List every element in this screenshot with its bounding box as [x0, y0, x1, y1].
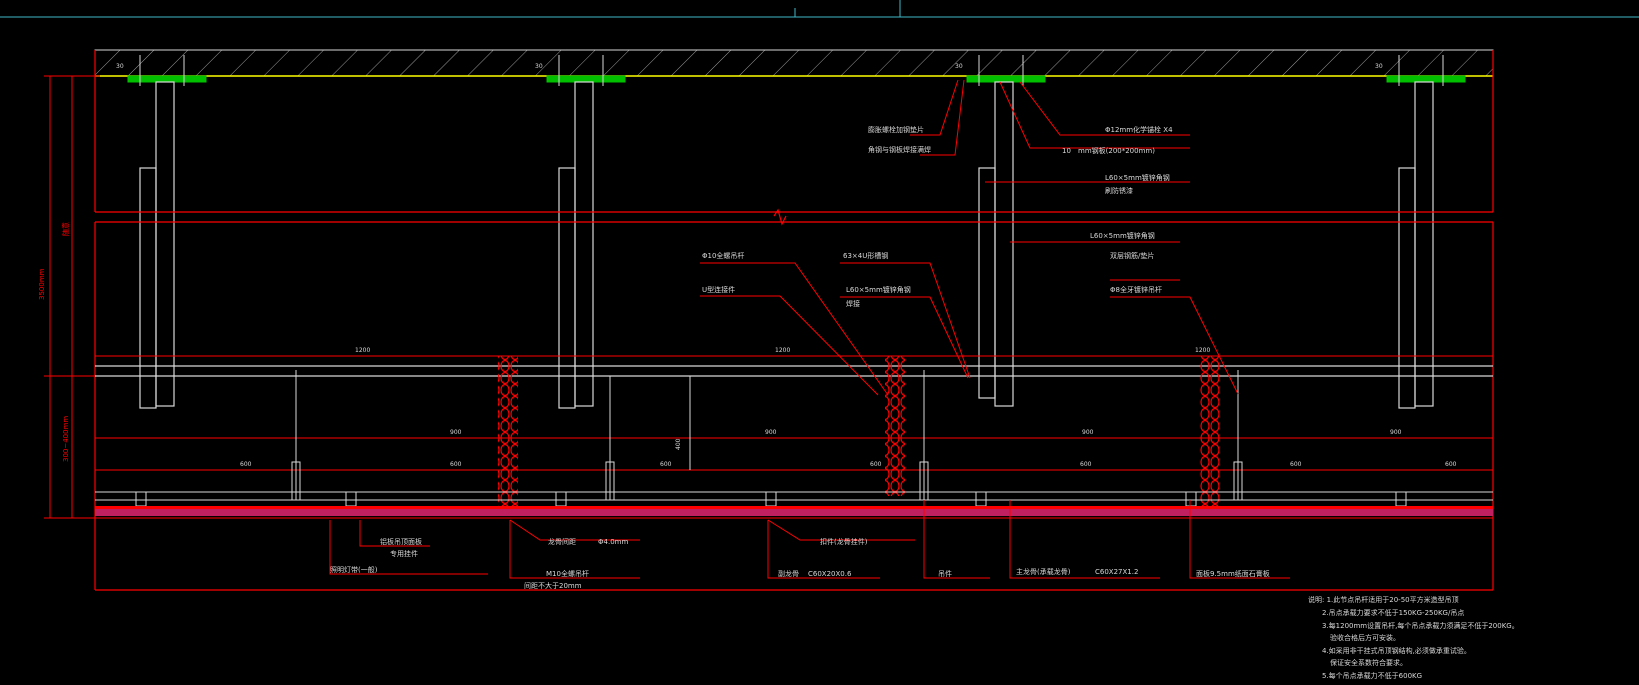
- label-sub-keel: 副龙骨: [778, 569, 799, 578]
- span-upper-label: 1200: [355, 347, 370, 354]
- span-lower-label: 600: [450, 461, 462, 468]
- note-1: 说明: 1.此节点吊杆适用于20-50平方米造型吊顶: [1308, 595, 1459, 604]
- anchor-mark: 30: [1375, 63, 1383, 70]
- angle-posts: [139, 81, 1434, 409]
- label-u-connector: U型连接件: [702, 285, 735, 294]
- note-2: 2.吊点承载力要求不低于150KG-250KG/吊点: [1322, 608, 1464, 617]
- note-3b: 验收合格后方可安装。: [1330, 633, 1400, 642]
- label-main-keel-size: C60X27X1.2: [1095, 568, 1138, 576]
- anchor-mark: 30: [116, 63, 124, 70]
- anchor-mark: 30: [535, 63, 543, 70]
- label-plate: mm钢板(200*200mm): [1078, 146, 1155, 155]
- span-lower-label: 600: [1080, 461, 1092, 468]
- span-mid-label: 900: [450, 429, 462, 436]
- upper-height-label: 随意: [61, 222, 70, 236]
- label-main-keel: 主龙骨(承载龙骨): [1016, 567, 1071, 576]
- span-mid-label: 900: [765, 429, 777, 436]
- anchor-mark: 30: [955, 63, 963, 70]
- label-weld-2: 焊接: [846, 299, 860, 308]
- label-threaded-rod: Φ10全螺吊杆: [702, 251, 744, 260]
- label-keel-dia: Φ4.0mm: [598, 538, 628, 546]
- label-angle-steel-2: L60×5mm镀锌角钢: [846, 285, 911, 294]
- span-dims: [95, 355, 1493, 471]
- dimension-left: [44, 75, 100, 519]
- lower-height-label: 300~400mm: [62, 416, 70, 462]
- label-angle-steel-mid: L60×5mm镀锌角钢: [1090, 231, 1155, 240]
- label-hanger-piece: 专用挂件: [390, 549, 418, 558]
- span-lower-label: 600: [1445, 461, 1457, 468]
- notes-block: 说明: 1.此节点吊杆适用于20-50平方米造型吊顶 2.吊点承载力要求不低于1…: [1308, 595, 1519, 680]
- bottom-labels: 铝板吊顶面板 专用挂件 龙骨间距 Φ4.0mm 扣件(龙骨挂件) 照明灯带(一般…: [330, 537, 1270, 590]
- label-sub-keel-size: C60X20X0.6: [808, 570, 852, 578]
- span-upper-label: 1200: [1195, 347, 1210, 354]
- label-clip: 扣件(龙骨挂件): [820, 537, 868, 546]
- span-lower-label: 600: [240, 461, 252, 468]
- label-chem-anchor: Φ12mm化学锚栓 X4: [1105, 125, 1173, 134]
- label-weld: 角钢与钢板焊接满焊: [868, 145, 931, 154]
- label-expansion-bolt: 膨胀螺栓加钢垫片: [868, 125, 924, 134]
- span-mid-label: 900: [1390, 429, 1402, 436]
- span-lower-label: 600: [1290, 461, 1302, 468]
- label-hanger: 吊件: [938, 569, 952, 578]
- span-lower-label: 600: [660, 461, 672, 468]
- viewport-frame: [0, 0, 1639, 18]
- cad-drawing-canvas: 30 30 30 30 3500mm 随意 300~400mm 1200 120…: [0, 0, 1639, 680]
- label-rod-spacing: 间距不大于20mm: [524, 581, 582, 590]
- span-upper-label: 1200: [775, 347, 790, 354]
- dimension-left-text: 3500mm 随意 300~400mm: [38, 222, 70, 462]
- span-mid-label: 900: [1082, 429, 1094, 436]
- span-lower-label: 600: [870, 461, 882, 468]
- panel-board: [95, 506, 1493, 519]
- label-galv-rod: Φ8全牙镀锌吊杆: [1110, 285, 1162, 294]
- label-panel: 铝板吊顶面板: [380, 537, 422, 546]
- label-angle-steel: L60×5mm镀锌角钢: [1105, 173, 1170, 182]
- label-keel-spacing: 龙骨间距: [548, 537, 576, 546]
- total-height-label: 3500mm: [38, 268, 46, 300]
- note-5: 5.每个吊点承载力不低于600KG: [1322, 671, 1422, 680]
- ceiling-grid: [95, 491, 1493, 507]
- label-u-channel: 63×4U形槽钢: [843, 251, 888, 260]
- concrete-slab: [94, 49, 1494, 77]
- steel-plates: [127, 75, 1466, 83]
- label-paint: 刷防锈漆: [1105, 186, 1133, 195]
- label-m10-rod: M10全螺吊杆: [546, 569, 589, 578]
- label-lighting: 照明灯带(一般): [330, 565, 378, 574]
- label-rebar: 双层钢筋/垫片: [1110, 251, 1154, 260]
- note-3: 3.每1200mm设置吊杆,每个吊点承载力须满足不低于200KG。: [1322, 621, 1519, 630]
- main-channel: [95, 365, 1493, 377]
- note-4: 4.如采用非干挂式吊顶钢结构,必须做承重试验。: [1322, 646, 1471, 655]
- label-gypsum: 面板9.5mm纸面石膏板: [1196, 569, 1270, 578]
- hanger-drop-label: 400: [675, 438, 682, 450]
- note-4b: 保证安全系数符合要求。: [1330, 658, 1407, 667]
- label-plate-num: 10: [1062, 147, 1071, 155]
